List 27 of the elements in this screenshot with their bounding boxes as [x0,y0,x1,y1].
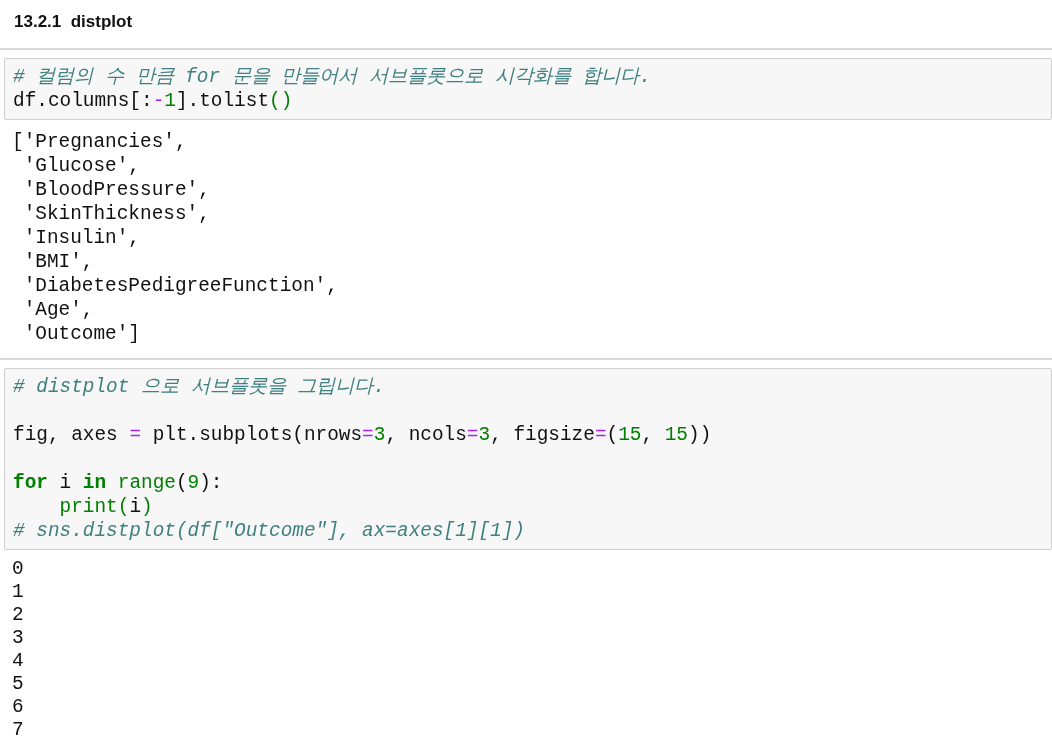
output-line: 4 [12,650,25,673]
output-line: 3 [12,627,25,650]
output-line: 'Insulin', [22,226,141,250]
output-line: 1 [12,581,25,604]
code-input-area[interactable]: # distplot 으로 서브플롯을 그립니다. fig, axes = plt.subplots(nrows=3, ncols=3, figsize=(15, 15)) for i in range(9): print(i) # sns.distplot(df["Outcome"], ax=axes[1][1]) [4,368,1052,550]
output-line: 'DiabetesPedigreeFunction', [22,274,339,298]
code-line: fig, axes = plt.subplots(nrows=3, ncols=3, figsize=(15, 15)) [13,423,713,447]
output-line: 'Glucose', [22,154,141,178]
code-line: # sns.distplot(df["Outcome"], ax=axes[1][1]) [13,519,526,543]
code-line: for i in range(9): [13,471,224,495]
code-line: # 컬럼의 수 만큼 for 문을 만들어서 서브플롯으로 시각화를 합니다. [13,65,652,89]
output-line: 'Outcome'] [22,322,141,346]
output-line: 'BloodPressure', [22,178,211,202]
output-line: 'Age', [22,298,95,322]
output-line: 7 [12,719,25,742]
output-line: 0 [12,558,25,581]
code-input-area[interactable]: # 컬럼의 수 만큼 for 문을 만들어서 서브플롯으로 시각화를 합니다. df.columns[:-1].tolist() [4,58,1052,120]
output-line: 'BMI', [22,250,95,274]
section-heading: 13.2.1 distplot [14,12,133,31]
output-line: 5 [12,673,25,696]
output-line: ['Pregnancies', [12,130,188,154]
output-line: 6 [12,696,25,719]
output-line: 'SkinThickness', [22,202,211,226]
code-line: # distplot 으로 서브플롯을 그립니다. [13,375,386,399]
output-line: 2 [12,604,25,627]
code-line: print(i) [58,495,154,519]
code-line: df.columns[:-1].tolist() [13,89,294,113]
